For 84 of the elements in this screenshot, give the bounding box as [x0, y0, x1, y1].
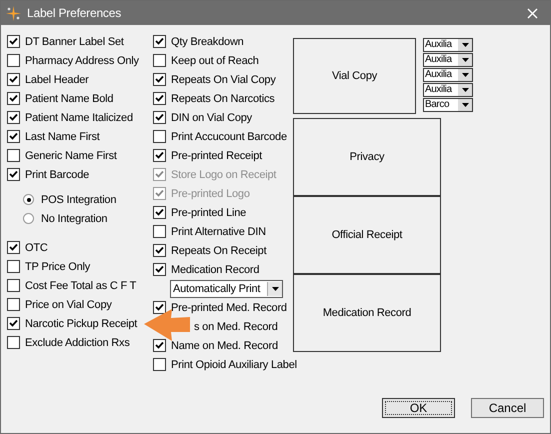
caret-icon	[272, 286, 278, 290]
checkbox[interactable]	[153, 301, 166, 314]
print-section-button[interactable]: Medication Record	[293, 274, 441, 352]
checkbox[interactable]	[7, 260, 20, 273]
checkbox[interactable]	[153, 263, 166, 276]
checkbox[interactable]	[153, 92, 166, 105]
checkbox[interactable]	[7, 149, 20, 162]
cancel-button[interactable]: Cancel	[471, 398, 544, 418]
print-section-button[interactable]: Vial Copy	[293, 38, 416, 114]
checkbox[interactable]	[153, 358, 166, 371]
option-label: DIN on Vial Copy	[171, 110, 252, 124]
caret-icon	[462, 88, 468, 92]
checkbox[interactable]	[7, 130, 20, 143]
checkbox[interactable]	[153, 54, 166, 67]
checkbox[interactable]	[153, 339, 166, 352]
checkbox[interactable]	[153, 149, 166, 162]
checkbox[interactable]	[7, 73, 20, 86]
dropdown[interactable]: Barco	[423, 98, 473, 112]
option-label: Print Opioid Auxiliary Label	[171, 358, 297, 372]
caret-icon	[462, 103, 468, 107]
checkbox[interactable]	[153, 111, 166, 124]
checkbox[interactable]	[153, 225, 166, 238]
option-label: Print Alternative DIN	[171, 224, 266, 238]
radio-button[interactable]	[23, 194, 34, 205]
option-label: Name on Med. Record	[171, 338, 278, 352]
option-label: Patient Name Bold	[25, 92, 114, 106]
option-label: Exclude Addiction Rxs	[25, 336, 130, 350]
dropdown[interactable]: Automatically Print	[170, 280, 283, 298]
option-label: Patient Name Italicized	[25, 110, 133, 124]
option-label: POS Integration	[41, 192, 116, 206]
close-icon[interactable]	[527, 8, 538, 18]
option-label: Cost Fee Total as C F T	[25, 278, 136, 292]
caret-icon	[462, 58, 468, 62]
option-label: Print Barcode	[25, 168, 90, 182]
dropdown[interactable]: Auxilia	[423, 53, 473, 67]
option-label: OTC	[25, 240, 48, 254]
option-label: DT Banner Label Set	[25, 34, 124, 48]
caret-icon	[462, 43, 468, 47]
option-label: Print Accucount Barcode	[171, 130, 287, 144]
checkbox[interactable]	[153, 130, 166, 143]
checkbox[interactable]	[7, 35, 20, 48]
option-label: Label Header	[25, 72, 89, 86]
checkbox[interactable]	[7, 54, 20, 67]
checkbox[interactable]	[7, 168, 20, 181]
option-label: Medication Record	[171, 262, 260, 276]
radio-button[interactable]	[23, 213, 34, 224]
option-label: Generic Name First	[25, 148, 117, 162]
checkbox[interactable]	[7, 336, 20, 349]
ok-button[interactable]: OK	[382, 398, 455, 418]
option-label: Pre-printed Line	[171, 206, 246, 220]
option-label: Last Name First	[25, 130, 100, 144]
caret-icon	[462, 73, 468, 77]
print-section-button[interactable]: Official Receipt	[293, 196, 441, 274]
checkbox[interactable]	[7, 279, 20, 292]
checkbox[interactable]	[153, 244, 166, 257]
option-label: Store Logo on Receipt	[171, 168, 276, 182]
print-section-button[interactable]: Privacy	[293, 118, 441, 196]
option-label: Pre-printed Receipt	[171, 148, 262, 162]
option-label: Repeats On Receipt	[171, 244, 266, 258]
checkbox[interactable]	[7, 241, 20, 254]
option-label: Keep out of Reach	[171, 54, 259, 68]
sparkle-icon	[6, 6, 21, 20]
dropdown[interactable]: Auxilia	[423, 83, 473, 97]
option-label: No Integration	[41, 212, 108, 226]
checkbox[interactable]	[7, 317, 20, 330]
checkbox[interactable]	[153, 73, 166, 86]
option-label: Repeats On Narcotics	[171, 92, 275, 106]
checkbox[interactable]	[153, 35, 166, 48]
dropdown[interactable]: Auxilia	[423, 38, 473, 52]
option-label: Repeats On Vial Copy	[171, 72, 276, 86]
option-label: TP Price Only	[25, 260, 90, 274]
checkbox[interactable]	[7, 298, 20, 311]
checkbox[interactable]	[7, 111, 20, 124]
option-label: s on Med. Record	[194, 320, 278, 334]
option-label: Pre-printed Logo	[171, 186, 250, 200]
checkbox[interactable]	[7, 92, 20, 105]
dropdown[interactable]: Auxilia	[423, 68, 473, 82]
window-title: Label Preferences	[27, 6, 122, 20]
option-label: Qty Breakdown	[171, 34, 244, 48]
option-label: Pre-printed Med. Record	[171, 300, 287, 314]
option-label: Price on Vial Copy	[25, 298, 112, 312]
option-label: Narcotic Pickup Receipt	[25, 316, 138, 330]
option-label: Pharmacy Address Only	[25, 54, 139, 68]
checkbox[interactable]	[153, 206, 166, 219]
